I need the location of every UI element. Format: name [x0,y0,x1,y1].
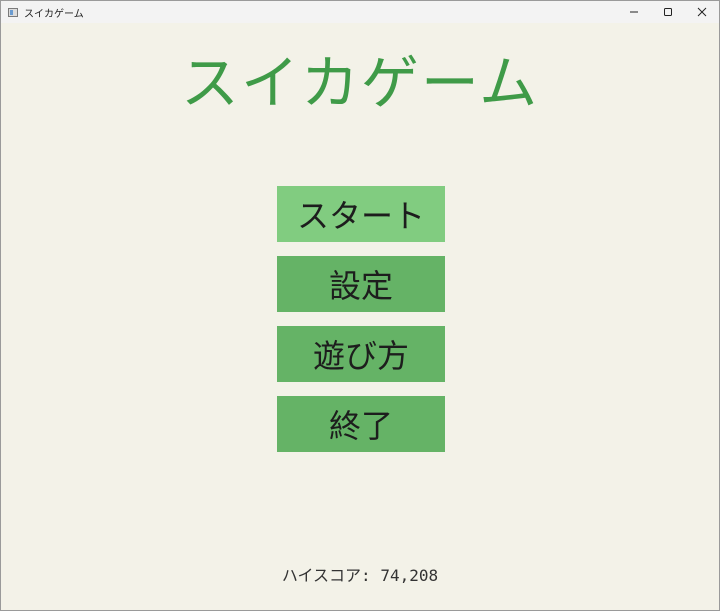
title-bar[interactable]: スイカゲーム [1,1,719,23]
minimize-icon [630,11,638,13]
minimize-button[interactable] [617,1,651,23]
window-controls [617,1,719,23]
start-button[interactable]: スタート [277,186,445,242]
app-window-icon [8,7,18,17]
main-menu: スタート 設定 遊び方 終了 [277,186,445,466]
game-title: スイカゲーム [180,49,540,117]
close-button[interactable] [685,1,719,23]
quit-button[interactable]: 終了 [277,396,445,452]
how-to-play-button[interactable]: 遊び方 [277,326,445,382]
close-icon [697,7,707,17]
app-window: スイカゲーム スイカゲーム スタート 設定 遊び方 終了 ハイスコア: 74,2… [0,0,720,611]
maximize-icon [664,8,672,16]
window-title: スイカゲーム [24,8,84,20]
game-screen: スイカゲーム スタート 設定 遊び方 終了 ハイスコア: 74,208 [1,23,719,610]
settings-button[interactable]: 設定 [277,256,445,312]
high-score: ハイスコア: 74,208 [281,566,439,585]
maximize-button[interactable] [651,1,685,23]
